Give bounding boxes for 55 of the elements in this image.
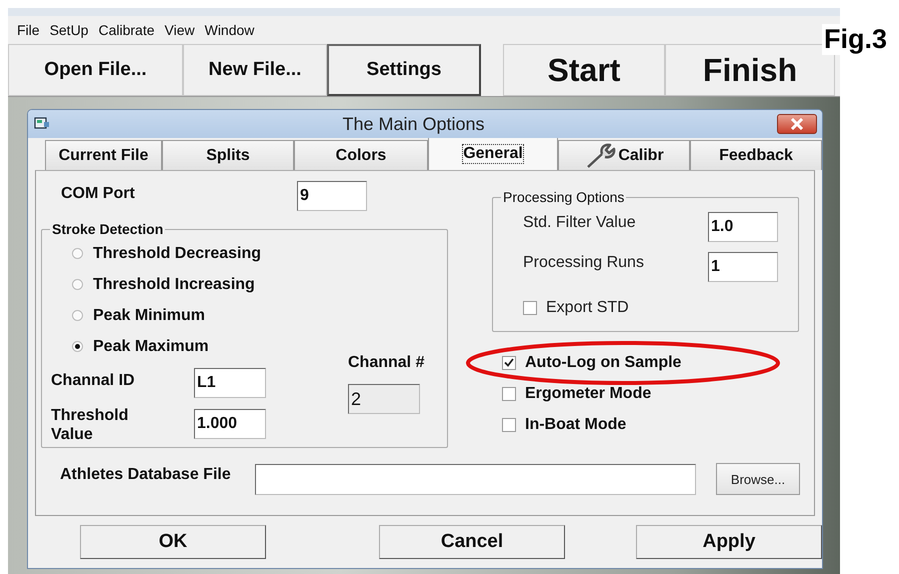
group-title: Stroke Detection <box>50 221 166 237</box>
checkbox-label: Export STD <box>546 298 629 316</box>
check-icon <box>504 358 514 367</box>
menu-item[interactable]: Window <box>200 20 260 40</box>
window-title: The Main Options <box>341 114 486 134</box>
threshold-field[interactable]: 1.000 <box>194 409 266 439</box>
field-label: Processing Runs <box>523 254 645 272</box>
group-title: Processing Options <box>501 189 626 205</box>
tab[interactable]: Colors <box>294 140 428 170</box>
com-port-field[interactable]: 9 <box>297 181 367 211</box>
option-label: Peak Maximum <box>93 338 209 356</box>
radio-button[interactable] <box>72 310 83 321</box>
option-label: Threshold Decreasing <box>93 244 262 262</box>
field-label: Threshold Value <box>51 406 130 444</box>
tab[interactable]: Feedback <box>690 140 822 170</box>
radio-button[interactable] <box>72 341 83 352</box>
checkbox-label: Auto-Log on Sample <box>525 354 682 372</box>
dialog-button[interactable]: Cancel <box>379 525 565 559</box>
close-icon <box>790 118 804 130</box>
toolbar-button[interactable]: New File... <box>183 44 327 96</box>
field-label: Channal ID <box>51 372 136 390</box>
browse-button[interactable]: Browse... <box>716 463 800 495</box>
toolbar-button[interactable]: Settings <box>327 44 481 96</box>
dialog-window: The Main Options Current File Splits Colors General Calibr Feedback COM Port 9 Stroke Detection Threshold Decreasing Threshold Increasing Peak Minimum Peak Maximum Channal ID L1 Threshold Value 1.000 Channal # 2 Processing Options Std. Filter Value 1.0 Processing Runs 1 Export STD Auto-Log on Sample Ergometer Mode In-Boat Mode Athletes Database File Browse... OK Cancel Apply <box>27 109 823 569</box>
checkbox-label: In-Boat Mode <box>525 416 626 434</box>
close-button[interactable] <box>777 114 817 134</box>
field-label: Channal # <box>348 354 424 372</box>
filter-value-field[interactable]: 1.0 <box>708 212 778 242</box>
toolbar-button[interactable]: Start <box>503 44 665 96</box>
processing-runs-field[interactable]: 1 <box>708 252 778 282</box>
field-label: Athletes Database File <box>60 466 232 484</box>
menu-item[interactable]: View <box>160 20 200 40</box>
checkbox[interactable] <box>523 300 537 314</box>
database-file-field[interactable] <box>255 464 696 494</box>
tab[interactable]: Current File <box>45 140 162 170</box>
checkbox[interactable] <box>502 386 516 400</box>
menu-item[interactable]: Calibrate <box>93 20 160 40</box>
checkbox[interactable] <box>502 356 516 370</box>
tab[interactable]: Splits <box>162 140 294 170</box>
tab[interactable]: General <box>428 137 558 170</box>
radio-button[interactable] <box>72 279 83 290</box>
option-label: Threshold Increasing <box>93 276 255 294</box>
toolbar-button[interactable]: Open File... <box>8 44 183 96</box>
dialog-button[interactable]: OK <box>80 525 266 559</box>
checkbox[interactable] <box>502 418 516 432</box>
option-label: Peak Minimum <box>93 306 206 324</box>
app-icon <box>34 117 50 131</box>
dialog-button[interactable]: Apply <box>636 525 822 559</box>
field-label: Std. Filter Value <box>523 214 637 232</box>
channel-id-field[interactable]: L1 <box>194 368 266 398</box>
checkbox-label: Ergometer Mode <box>525 384 652 402</box>
menu-item[interactable]: SetUp <box>44 20 94 40</box>
tab[interactable]: Calibr <box>558 140 690 170</box>
menu-item[interactable]: File <box>12 20 45 40</box>
radio-button[interactable] <box>72 248 83 259</box>
